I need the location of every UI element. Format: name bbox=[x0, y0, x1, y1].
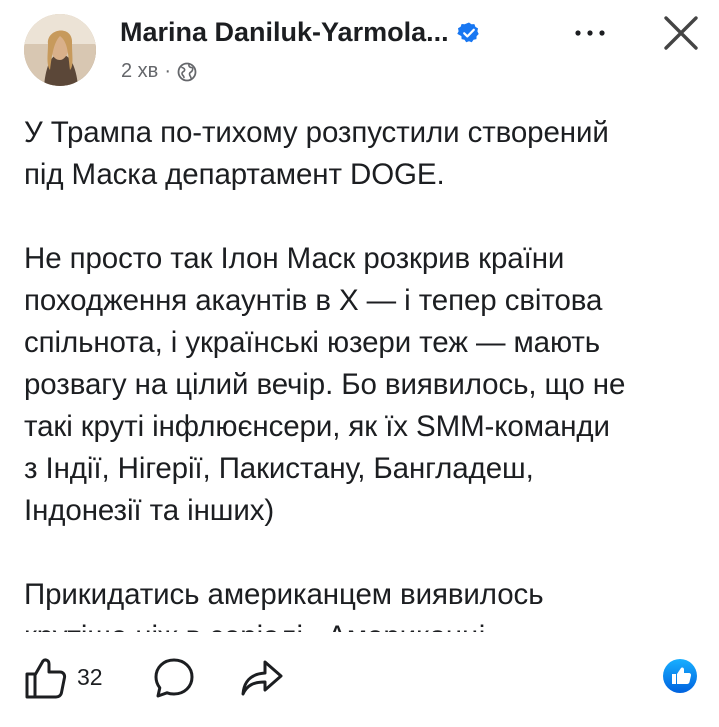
post-text: У Трампа по-тихому розпустили створений … bbox=[24, 112, 704, 632]
avatar[interactable] bbox=[24, 14, 96, 86]
close-button[interactable] bbox=[660, 12, 702, 54]
comment-icon bbox=[154, 658, 194, 698]
post-actions-bar: 32 bbox=[0, 650, 719, 710]
post-time[interactable]: 2 хв bbox=[121, 60, 158, 83]
post-line: У Трампа по-тихому розпустили створений bbox=[24, 116, 609, 149]
more-horizontal-icon bbox=[575, 30, 605, 36]
thumbs-up-icon bbox=[25, 658, 67, 699]
post-paragraph-3: Прикидатись американцем виявилось крутіш… bbox=[24, 574, 704, 632]
post-line: крутіше ніж в серіалі «Американці». bbox=[24, 616, 704, 632]
globe-icon bbox=[177, 62, 197, 82]
post-paragraph-2: Не просто так Ілон Маск розкрив країни п… bbox=[24, 238, 704, 532]
post-line: під Маска департамент DOGE. bbox=[24, 158, 445, 191]
author-name[interactable]: Marina Daniluk-Yarmola... bbox=[120, 17, 481, 48]
post-line: походження акаунтів в Х — і тепер світов… bbox=[24, 284, 603, 317]
post-line: розвагу на цілий вечір. Бо виявилось, що… bbox=[24, 368, 626, 401]
like-reaction-icon bbox=[662, 658, 698, 694]
post-meta: 2 хв · bbox=[121, 60, 197, 83]
post-line: з Індії, Нігерії, Пакистану, Бангладеш, bbox=[24, 452, 534, 485]
close-icon bbox=[664, 16, 698, 50]
more-options-button[interactable] bbox=[566, 18, 618, 48]
like-button[interactable] bbox=[22, 654, 70, 702]
share-icon bbox=[241, 660, 283, 696]
post-line: такі круті інфлюєнсери, як їх SMM-команд… bbox=[24, 410, 610, 443]
post-line: Не просто так Ілон Маск розкрив країни bbox=[24, 242, 565, 275]
verified-badge-icon bbox=[456, 21, 481, 45]
post-line: Індонезії та інших) bbox=[24, 494, 275, 527]
comment-button[interactable] bbox=[150, 654, 198, 702]
post-paragraph-1: У Трампа по-тихому розпустили створений … bbox=[24, 112, 704, 196]
author-name-text[interactable]: Marina Daniluk-Yarmola... bbox=[120, 17, 449, 48]
post-line: Прикидатись американцем виявилось bbox=[24, 578, 544, 611]
meta-separator: · bbox=[164, 60, 171, 82]
like-count[interactable]: 32 bbox=[77, 664, 103, 691]
post-line: спільнота, і українські юзери теж — мают… bbox=[24, 326, 601, 359]
share-button[interactable] bbox=[238, 656, 286, 700]
